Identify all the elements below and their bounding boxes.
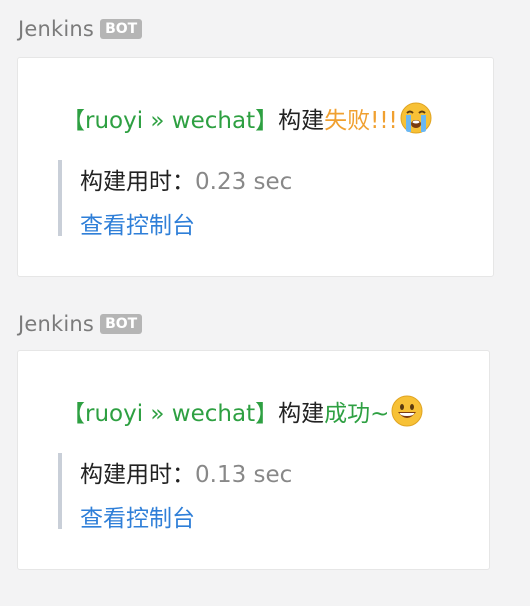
quote-bar — [58, 453, 62, 529]
build-word: 构建 — [278, 108, 325, 134]
message-sender-header: Jenkins BOT — [18, 17, 143, 41]
view-console-link[interactable]: 查看控制台 — [80, 499, 195, 533]
repo-label: 【ruoyi » wechat】 — [62, 401, 279, 427]
build-status-title: 【ruoyi » wechat】 构建 失败!!! — [62, 101, 432, 135]
message-card: 【ruoyi » wechat】 构建 成功~ 构建用时：0.13 sec 查看… — [17, 350, 490, 570]
build-status-text: 成功~ — [324, 401, 390, 427]
view-console-link[interactable]: 查看控制台 — [80, 206, 195, 240]
message-sender-header: Jenkins BOT — [18, 312, 143, 336]
sender-name[interactable]: Jenkins — [18, 17, 94, 41]
sender-name[interactable]: Jenkins — [18, 312, 94, 336]
bot-badge: BOT — [100, 314, 143, 334]
build-duration: 构建用时：0.13 sec — [80, 455, 292, 489]
duration-value: 0.13 sec — [195, 462, 293, 488]
build-duration: 构建用时：0.23 sec — [80, 162, 292, 196]
build-word: 构建 — [278, 401, 325, 427]
grinning-face-icon — [391, 395, 423, 427]
loudly-crying-face-icon — [400, 102, 432, 134]
repo-label: 【ruoyi » wechat】 — [62, 108, 279, 134]
build-status-text: 失败!!! — [324, 108, 398, 134]
message-card: 【ruoyi » wechat】 构建 失败!!! 构建用时：0.23 sec … — [17, 57, 494, 277]
build-status-title: 【ruoyi » wechat】 构建 成功~ — [62, 394, 423, 428]
duration-value: 0.23 sec — [195, 169, 293, 195]
duration-label: 构建用时： — [80, 169, 195, 195]
duration-label: 构建用时： — [80, 462, 195, 488]
bot-badge: BOT — [100, 19, 143, 39]
quote-bar — [58, 160, 62, 236]
